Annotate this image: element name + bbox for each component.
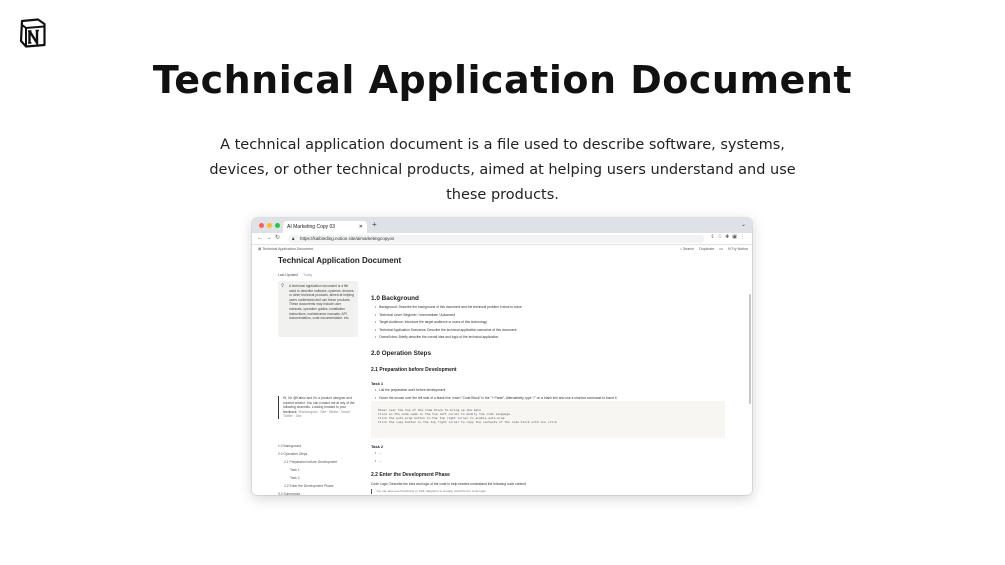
lightbulb-icon: 💡︎ xyxy=(281,283,285,288)
toc-item[interactable]: 2.0 Operation Steps xyxy=(278,450,337,458)
share-icon[interactable]: ⇪ xyxy=(710,234,717,240)
list-item: ... xyxy=(375,458,382,466)
list-item: Overall idea: Briefly describe the overa… xyxy=(375,334,522,342)
tab-menu-chevron-icon[interactable]: ⌄ xyxy=(741,221,746,228)
maximize-window-button[interactable] xyxy=(275,223,280,228)
sidebar-icon[interactable]: ▣ xyxy=(732,234,740,240)
intro-callout: 💡︎ A technical application document is a… xyxy=(278,281,358,337)
list-item: Background: Describe the background of t… xyxy=(375,304,522,312)
address-bar-row: ←→↻ 🔒︎ https://kaibinding.notion.site/ai… xyxy=(252,233,752,245)
more-options-button[interactable]: ••• xyxy=(719,245,723,254)
notion-small-icon: N xyxy=(728,247,731,251)
toolbar-icons: ⇪☆✚▣⋮ xyxy=(710,234,748,240)
hero-description: A technical application document is a fi… xyxy=(209,137,796,203)
heading-preparation: 2.1 Preparation before Development xyxy=(371,367,457,373)
notion-topbar: ▤ Technical Application Document ⌕ Searc… xyxy=(252,245,752,254)
toc-item[interactable]: 2.1 Preparation before Development xyxy=(278,458,337,466)
task-1-list: List the preparation work before develop… xyxy=(375,387,617,402)
table-of-contents: 1.0 Background 2.0 Operation Steps 2.1 Pre… xyxy=(278,442,337,495)
back-icon[interactable]: ← xyxy=(257,235,266,241)
heading-development-phase: 2.2 Enter the Development Phase xyxy=(371,472,450,478)
tab-title: AI Marketing Copy 03 xyxy=(287,224,336,230)
duplicate-button[interactable]: Duplicate xyxy=(699,245,714,254)
page-title: Technical Application Document xyxy=(278,256,402,265)
search-label: Search xyxy=(682,247,695,251)
heading-task-1: Task 1 xyxy=(371,381,384,386)
code-line: Click the copy button in the top right c… xyxy=(378,420,557,424)
forward-icon[interactable]: → xyxy=(266,235,275,241)
toc-item[interactable]: 1.0 Background xyxy=(278,442,337,450)
toc-item[interactable]: 2.2 Enter the Development Phase xyxy=(278,482,337,490)
search-button[interactable]: ⌕ Search xyxy=(680,245,694,254)
author-quote: Hi, I'm @Kaibin and I'm a product design… xyxy=(278,396,358,419)
tab-close-icon[interactable]: ✕ xyxy=(359,221,363,233)
url-text: https://kaibinding.notion.site/aimarketi… xyxy=(300,236,395,241)
list-item: Technical Application Scenarios: Describ… xyxy=(375,327,522,335)
breadcrumb-label: Technical Application Document xyxy=(262,247,314,251)
reload-icon[interactable]: ↻ xyxy=(275,235,283,241)
navigation-icons: ←→↻ xyxy=(257,234,283,241)
breadcrumb[interactable]: ▤ Technical Application Document xyxy=(258,245,313,254)
url-input[interactable]: 🔒︎ https://kaibinding.notion.site/aimark… xyxy=(288,235,704,243)
minimize-window-button[interactable] xyxy=(267,223,272,228)
toc-item[interactable]: Task 1 xyxy=(278,466,337,474)
task-2-list: ...... xyxy=(375,450,382,465)
hero-title: Technical Application Document xyxy=(152,58,853,102)
toc-item[interactable]: 3.0 Summarize xyxy=(278,490,337,495)
last-updated-property: Last Updated Today xyxy=(278,273,312,277)
code-logic-text: Code Logic: Describe the idea and logic … xyxy=(371,482,526,486)
list-item: ... xyxy=(375,450,382,458)
bookmark-star-icon[interactable]: ☆ xyxy=(718,234,725,240)
try-notion-label: Try Notion xyxy=(731,247,748,251)
search-icon: ⌕ xyxy=(679,247,682,251)
heading-task-2: Task 2 xyxy=(371,444,384,449)
callout-text: A technical application document is a fi… xyxy=(289,284,355,321)
notion-logo xyxy=(19,18,46,48)
browser-window: AI Marketing Copy 03 ✕ + ⌄ ←→↻ 🔒︎ https:… xyxy=(252,218,752,495)
window-controls xyxy=(259,223,280,228)
last-updated-value: Today xyxy=(303,273,313,277)
try-notion-button[interactable]: N Try Notion xyxy=(728,245,748,254)
lock-icon: 🔒︎ xyxy=(292,236,295,241)
code-logic-note: You can also use flowcharts or UML diagr… xyxy=(371,489,487,494)
new-tab-icon[interactable]: + xyxy=(372,220,377,229)
list-item: Technical Level: Beginner / Intermediate… xyxy=(375,312,522,320)
browser-menu-icon[interactable]: ⋮ xyxy=(740,234,748,240)
scrollbar[interactable] xyxy=(749,294,751,404)
list-item: Target Audience: Introduce the target au… xyxy=(375,319,522,327)
last-updated-label: Last Updated xyxy=(278,273,299,277)
toc-item[interactable]: Task 2 xyxy=(278,474,337,482)
close-window-button[interactable] xyxy=(259,223,264,228)
background-list: Background: Describe the background of t… xyxy=(375,304,522,342)
notion-page: Technical Application Document Last Upda… xyxy=(252,254,752,495)
browser-tab[interactable]: AI Marketing Copy 03 ✕ xyxy=(283,221,367,233)
code-block[interactable]: Hover over the top of the code block to … xyxy=(371,401,725,438)
list-item: List the preparation work before develop… xyxy=(375,387,617,395)
heading-background: 1.0 Background xyxy=(371,295,419,302)
tab-bar: AI Marketing Copy 03 ✕ + ⌄ xyxy=(252,218,752,233)
heading-operation-steps: 2.0 Operation Steps xyxy=(371,350,432,357)
